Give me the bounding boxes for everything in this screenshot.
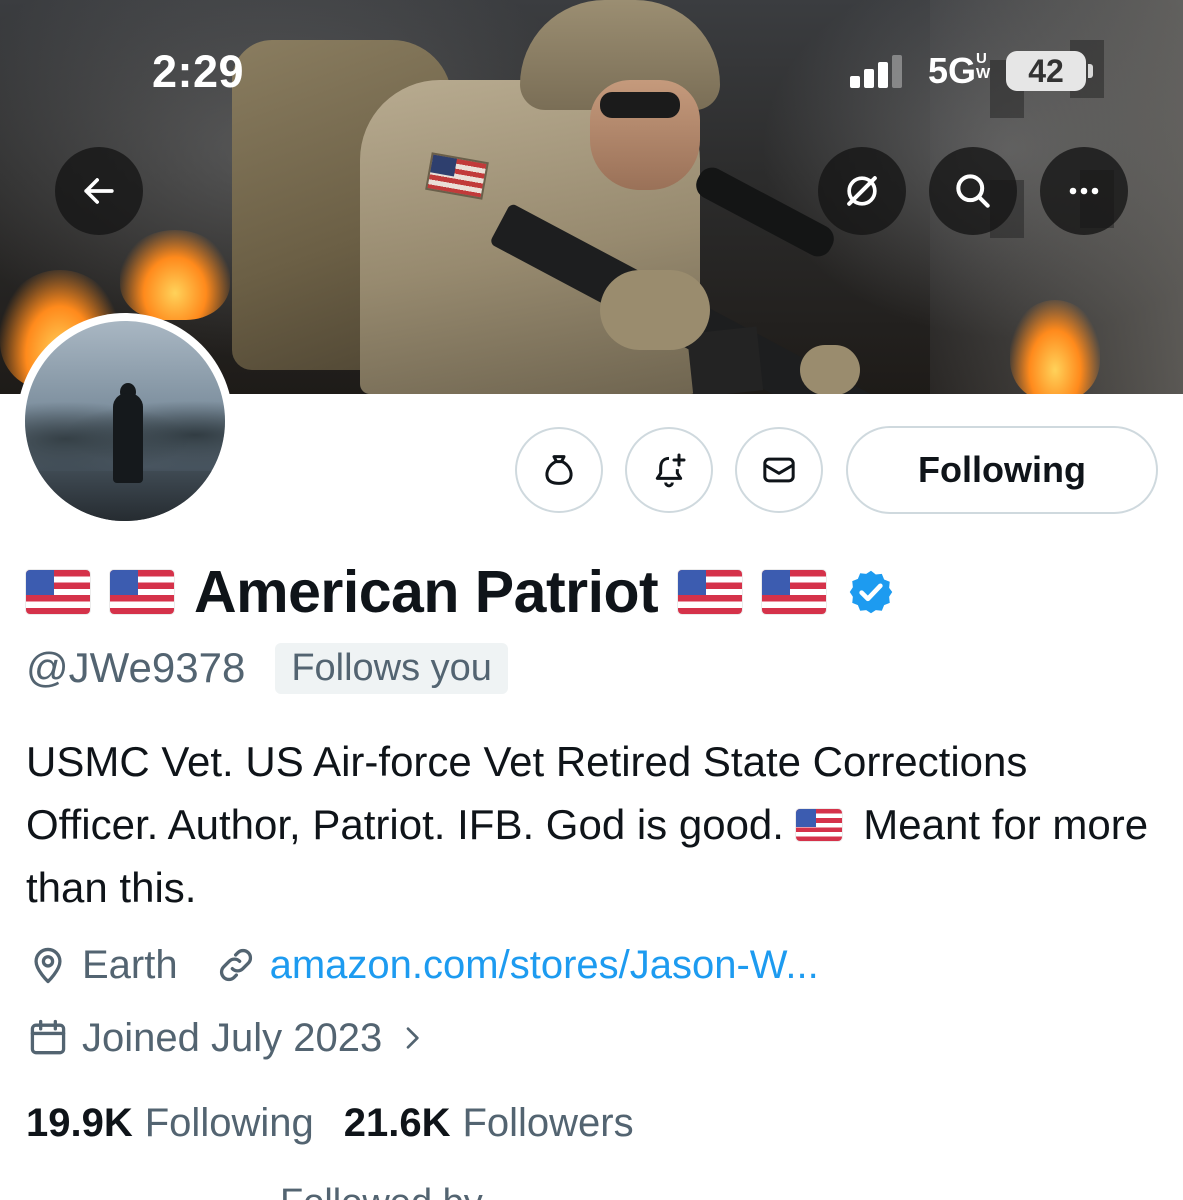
follows-you-badge: Follows you [275,642,508,694]
followers-label: Followers [462,1100,634,1145]
us-flag-emoji [762,570,827,614]
followed-by-text[interactable]: Followed by [280,1182,483,1200]
handle-row: @JWe9378 Follows you [26,640,508,696]
joined-row[interactable]: Joined July 2023 [26,1010,440,1066]
followers-count: 21.6K [343,1100,451,1145]
back-button[interactable] [55,147,143,235]
battery-icon: 42 [1006,51,1086,91]
envelope-icon [763,457,795,483]
soldier-goggles [600,92,680,118]
battery-tip [1088,64,1093,78]
arrow-left-icon [84,178,114,204]
following-label: Following [144,1100,314,1145]
bio: USMC Vet. US Air-force Vet Retired State… [26,730,1166,919]
grok-button[interactable] [818,147,906,235]
calendar-icon [30,1019,66,1055]
following-button[interactable]: Following [846,426,1158,514]
more-horizontal-icon [1069,187,1099,195]
network-type: 5G [928,50,977,91]
chevron-right-icon [406,1027,419,1049]
avatar[interactable] [17,313,233,529]
us-flag-emoji [678,570,743,614]
us-flag-emoji [110,570,174,614]
banner-fire [1010,300,1100,394]
avatar-image [25,321,225,521]
money-bag-icon [545,455,573,485]
soldier-glove [600,270,710,350]
search-icon [956,174,990,208]
status-time: 2:29 [152,46,245,97]
more-button[interactable] [1040,147,1128,235]
verified-badge-icon[interactable] [846,567,896,617]
tip-button[interactable] [515,427,603,513]
us-flag-emoji [795,809,842,841]
soldier-glove [800,345,860,394]
location-text: Earth [82,942,178,987]
bell-plus-icon [655,453,686,488]
link-icon [219,948,252,982]
signal-icon [850,52,912,88]
followers-count-link[interactable]: 21.6K Followers [344,1101,664,1146]
location-pin-icon [34,947,62,984]
display-name: American Patriot [194,559,659,625]
banner-fire [120,230,230,320]
profile-name-row: American Patriot [26,556,896,628]
following-count-link[interactable]: 19.9K Following [26,1101,344,1146]
meta-row: Earth amazon.com/stores/Jason-W... [26,937,819,993]
message-button[interactable] [735,427,823,513]
handle: @JWe9378 [26,644,246,691]
notifications-button[interactable] [625,427,713,513]
search-button[interactable] [929,147,1017,235]
follow-counts: 19.9K Following 21.6K Followers [26,1095,664,1151]
network-band: U W [976,50,991,82]
grok-icon [847,176,877,206]
joined-text: Joined July 2023 [82,1015,383,1060]
us-flag-emoji [26,570,90,614]
following-count: 19.9K [26,1100,133,1145]
website-link[interactable]: amazon.com/stores/Jason-W... [270,943,819,988]
